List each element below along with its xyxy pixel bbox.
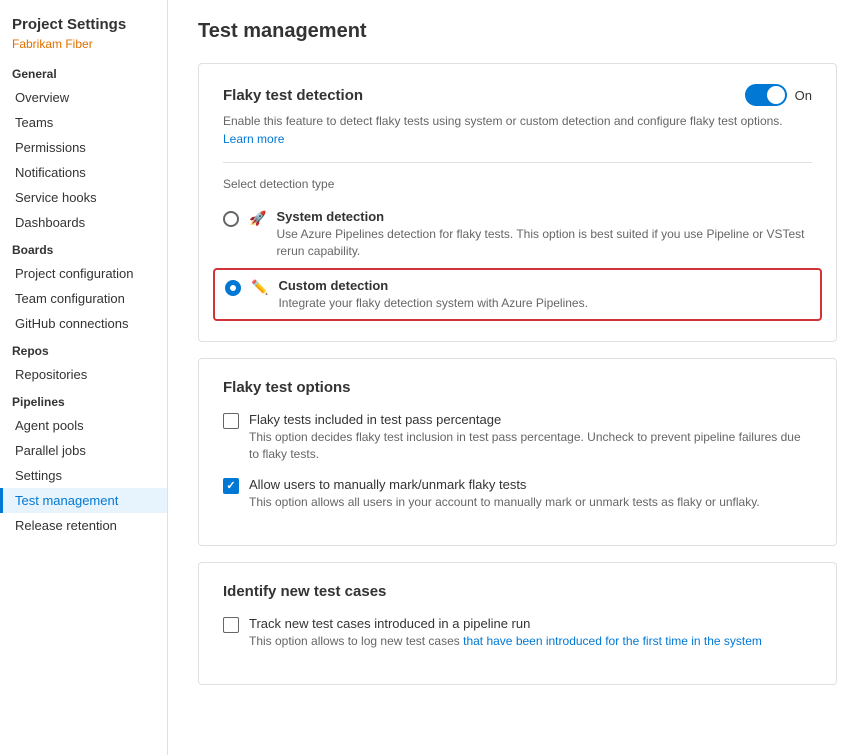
- system-detection-content: System detection Use Azure Pipelines det…: [276, 209, 812, 260]
- manually-mark-option: Allow users to manually mark/unmark flak…: [223, 477, 812, 511]
- sidebar-section-pipelines: Pipelines: [0, 387, 167, 413]
- manually-mark-desc: This option allows all users in your acc…: [249, 494, 812, 511]
- system-detection-option: 🚀 System detection Use Azure Pipelines d…: [223, 201, 812, 268]
- sidebar-section-general: General: [0, 59, 167, 85]
- toggle-label: On: [795, 88, 812, 103]
- flaky-test-options-card: Flaky test options Flaky tests included …: [198, 358, 837, 545]
- sidebar-section-repos: Repos: [0, 336, 167, 362]
- page-title: Test management: [198, 20, 837, 43]
- manually-mark-content: Allow users to manually mark/unmark flak…: [249, 477, 812, 511]
- custom-detection-option: ✏️ Custom detection Integrate your flaky…: [213, 268, 822, 322]
- flaky-detection-title: Flaky test detection: [223, 87, 363, 104]
- sidebar-item-parallel-jobs[interactable]: Parallel jobs: [0, 438, 167, 463]
- sidebar-item-test-management[interactable]: Test management: [0, 488, 167, 513]
- track-new-content: Track new test cases introduced in a pip…: [249, 616, 812, 650]
- pass-percentage-checkbox[interactable]: [223, 413, 239, 429]
- identify-test-cases-card: Identify new test cases Track new test c…: [198, 562, 837, 685]
- manually-mark-checkbox[interactable]: [223, 478, 239, 494]
- learn-more-link[interactable]: Learn more: [223, 132, 284, 146]
- sidebar-item-dashboards[interactable]: Dashboards: [0, 210, 167, 235]
- track-new-title: Track new test cases introduced in a pip…: [249, 616, 812, 631]
- sidebar-item-teams[interactable]: Teams: [0, 110, 167, 135]
- system-detection-title: System detection: [276, 209, 812, 224]
- toggle-wrapper: On: [745, 84, 812, 106]
- detection-type-label: Select detection type: [223, 177, 812, 191]
- sidebar-item-permissions[interactable]: Permissions: [0, 135, 167, 160]
- identify-test-cases-title: Identify new test cases: [223, 583, 812, 600]
- custom-detection-content: Custom detection Integrate your flaky de…: [278, 278, 810, 312]
- sidebar-item-overview[interactable]: Overview: [0, 85, 167, 110]
- track-new-link[interactable]: that have been introduced for the first …: [463, 634, 762, 648]
- manually-mark-title: Allow users to manually mark/unmark flak…: [249, 477, 812, 492]
- flaky-detection-desc: Enable this feature to detect flaky test…: [223, 112, 812, 148]
- custom-detection-desc: Integrate your flaky detection system wi…: [278, 295, 810, 312]
- sidebar-subtitle[interactable]: Fabrikam Fiber: [0, 37, 167, 59]
- flaky-test-options-title: Flaky test options: [223, 379, 812, 396]
- main-content: Test management Flaky test detection On …: [168, 0, 867, 755]
- pass-percentage-desc: This option decides flaky test inclusion…: [249, 429, 812, 463]
- track-new-desc: This option allows to log new test cases…: [249, 633, 812, 650]
- sidebar-item-github-connections[interactable]: GitHub connections: [0, 311, 167, 336]
- custom-detection-title: Custom detection: [278, 278, 810, 293]
- sidebar-item-notifications[interactable]: Notifications: [0, 160, 167, 185]
- sidebar-item-agent-pools[interactable]: Agent pools: [0, 413, 167, 438]
- sidebar-section-boards: Boards: [0, 235, 167, 261]
- toggle-knob: [767, 86, 785, 104]
- track-new-checkbox[interactable]: [223, 617, 239, 633]
- custom-detection-radio[interactable]: [225, 280, 241, 296]
- custom-detection-icon: ✏️: [251, 279, 268, 296]
- flaky-detection-desc-text: Enable this feature to detect flaky test…: [223, 114, 783, 128]
- sidebar-item-service-hooks[interactable]: Service hooks: [0, 185, 167, 210]
- sidebar-title: Project Settings: [0, 10, 167, 37]
- divider: [223, 162, 812, 163]
- track-new-option: Track new test cases introduced in a pip…: [223, 616, 812, 650]
- pass-percentage-title: Flaky tests included in test pass percen…: [249, 412, 812, 427]
- flaky-detection-toggle[interactable]: [745, 84, 787, 106]
- sidebar-item-project-configuration[interactable]: Project configuration: [0, 261, 167, 286]
- system-detection-radio[interactable]: [223, 211, 239, 227]
- sidebar-item-team-configuration[interactable]: Team configuration: [0, 286, 167, 311]
- system-detection-icon: 🚀: [249, 210, 266, 227]
- system-detection-desc: Use Azure Pipelines detection for flaky …: [276, 226, 812, 260]
- sidebar-item-repositories[interactable]: Repositories: [0, 362, 167, 387]
- sidebar-item-release-retention[interactable]: Release retention: [0, 513, 167, 538]
- pass-percentage-content: Flaky tests included in test pass percen…: [249, 412, 812, 463]
- flaky-detection-header: Flaky test detection On: [223, 84, 812, 106]
- sidebar: Project Settings Fabrikam Fiber General …: [0, 0, 168, 755]
- sidebar-item-settings[interactable]: Settings: [0, 463, 167, 488]
- pass-percentage-option: Flaky tests included in test pass percen…: [223, 412, 812, 463]
- flaky-detection-card: Flaky test detection On Enable this feat…: [198, 63, 837, 342]
